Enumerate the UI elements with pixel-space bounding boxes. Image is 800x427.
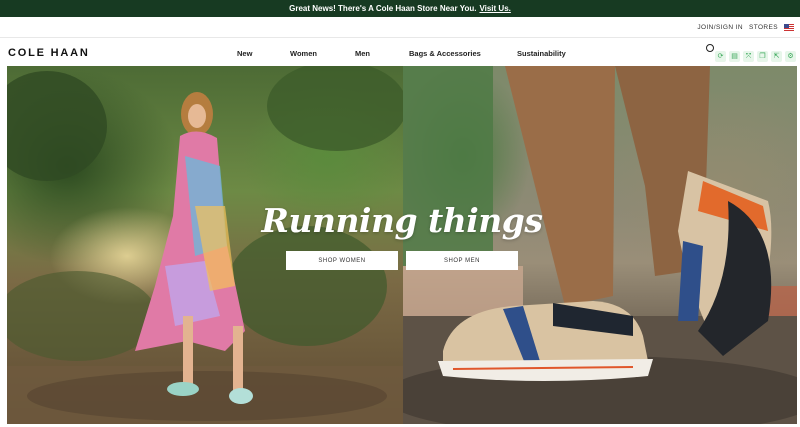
shop-men-button[interactable]: SHOP MEN	[406, 251, 518, 270]
nav-new[interactable]: New	[237, 49, 252, 58]
hero-banner: Running things SHOP WOMEN SHOP MEN	[7, 66, 797, 424]
shop-women-button[interactable]: SHOP WOMEN	[286, 251, 398, 270]
nav-women[interactable]: Women	[290, 49, 317, 58]
stores-link[interactable]: STORES	[749, 24, 778, 31]
us-flag-icon[interactable]	[784, 23, 794, 31]
nav-sustainability[interactable]: Sustainability	[517, 49, 566, 58]
export-icon[interactable]: ⇱	[771, 51, 782, 62]
search-icon[interactable]	[706, 44, 714, 52]
trash-icon[interactable]: ▤	[729, 51, 740, 62]
promo-message: Great News! There's A Cole Haan Store Ne…	[289, 4, 477, 13]
model-figure	[135, 92, 253, 404]
primary-nav: New Women Men Bags & Accessories Sustain…	[0, 38, 800, 66]
expand-icon[interactable]: ⤧	[743, 51, 754, 62]
nav-bags-accessories[interactable]: Bags & Accessories	[409, 49, 481, 58]
utility-bar: JOIN/SIGN IN STORES	[0, 17, 800, 38]
main-header: COLE HAAN New Women Men Bags & Accessori…	[0, 38, 800, 66]
sneaker-left-illustration	[438, 301, 653, 381]
sneaker-right-illustration	[678, 171, 772, 356]
join-signin-link[interactable]: JOIN/SIGN IN	[697, 24, 743, 31]
nav-men[interactable]: Men	[355, 49, 370, 58]
promo-banner: Great News! There's A Cole Haan Store Ne…	[0, 0, 800, 17]
hero-headline: Running things	[261, 201, 543, 240]
hero-image-women	[7, 66, 403, 424]
extension-toolbar: ⟳ ▤ ⤧ ❐ ⇱ ⚙	[715, 51, 796, 62]
visit-us-link[interactable]: Visit Us.	[479, 4, 510, 13]
copy-icon[interactable]: ❐	[757, 51, 768, 62]
refresh-icon[interactable]: ⟳	[715, 51, 726, 62]
hero-image-men	[403, 66, 797, 424]
settings-icon[interactable]: ⚙	[785, 51, 796, 62]
